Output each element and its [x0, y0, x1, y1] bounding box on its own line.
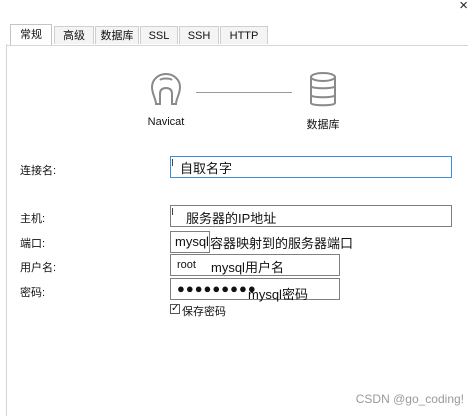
tab-ssh[interactable]: SSH	[179, 26, 219, 44]
text-cursor	[172, 159, 173, 166]
tab-http[interactable]: HTTP	[220, 26, 268, 44]
port-note: 容器映射到的服务器端口	[210, 236, 354, 251]
watermark: CSDN @go_coding!	[355, 392, 464, 406]
tab-general[interactable]: 常规	[10, 24, 52, 45]
password-label: 密码:	[20, 287, 46, 299]
host-note: 服务器的IP地址	[186, 211, 277, 226]
password-note: mysql密码	[248, 287, 308, 302]
database-label: 数据库	[306, 119, 340, 131]
username-label: 用户名:	[20, 262, 57, 274]
username-note: mysql用户名	[211, 260, 284, 275]
save-password-label: 保存密码	[182, 306, 226, 318]
connection-name-note: 自取名字	[180, 161, 233, 176]
connection-name-label: 连接名:	[20, 165, 57, 177]
database-icon	[310, 72, 336, 107]
port-label: 端口:	[20, 238, 46, 250]
tab-advanced[interactable]: 高级	[54, 26, 94, 44]
navicat-icon	[150, 72, 182, 105]
tab-database[interactable]: 数据库	[95, 26, 139, 44]
connection-line	[196, 92, 292, 93]
navicat-label: Navicat	[147, 116, 185, 128]
connection-dialog: × 常规 高级 数据库 SSL SSH HTTP Navicat 数据库 连接名…	[0, 0, 474, 416]
close-icon[interactable]: ×	[459, 0, 468, 13]
port-field[interactable]: mysql	[170, 231, 210, 253]
host-label: 主机:	[20, 213, 46, 225]
save-password-checkbox[interactable]: ✓	[170, 304, 180, 314]
tab-bar: 常规 高级 数据库 SSL SSH HTTP	[6, 24, 468, 46]
text-cursor	[172, 208, 173, 215]
window-left-border	[6, 44, 7, 416]
tab-ssl[interactable]: SSL	[140, 26, 178, 44]
